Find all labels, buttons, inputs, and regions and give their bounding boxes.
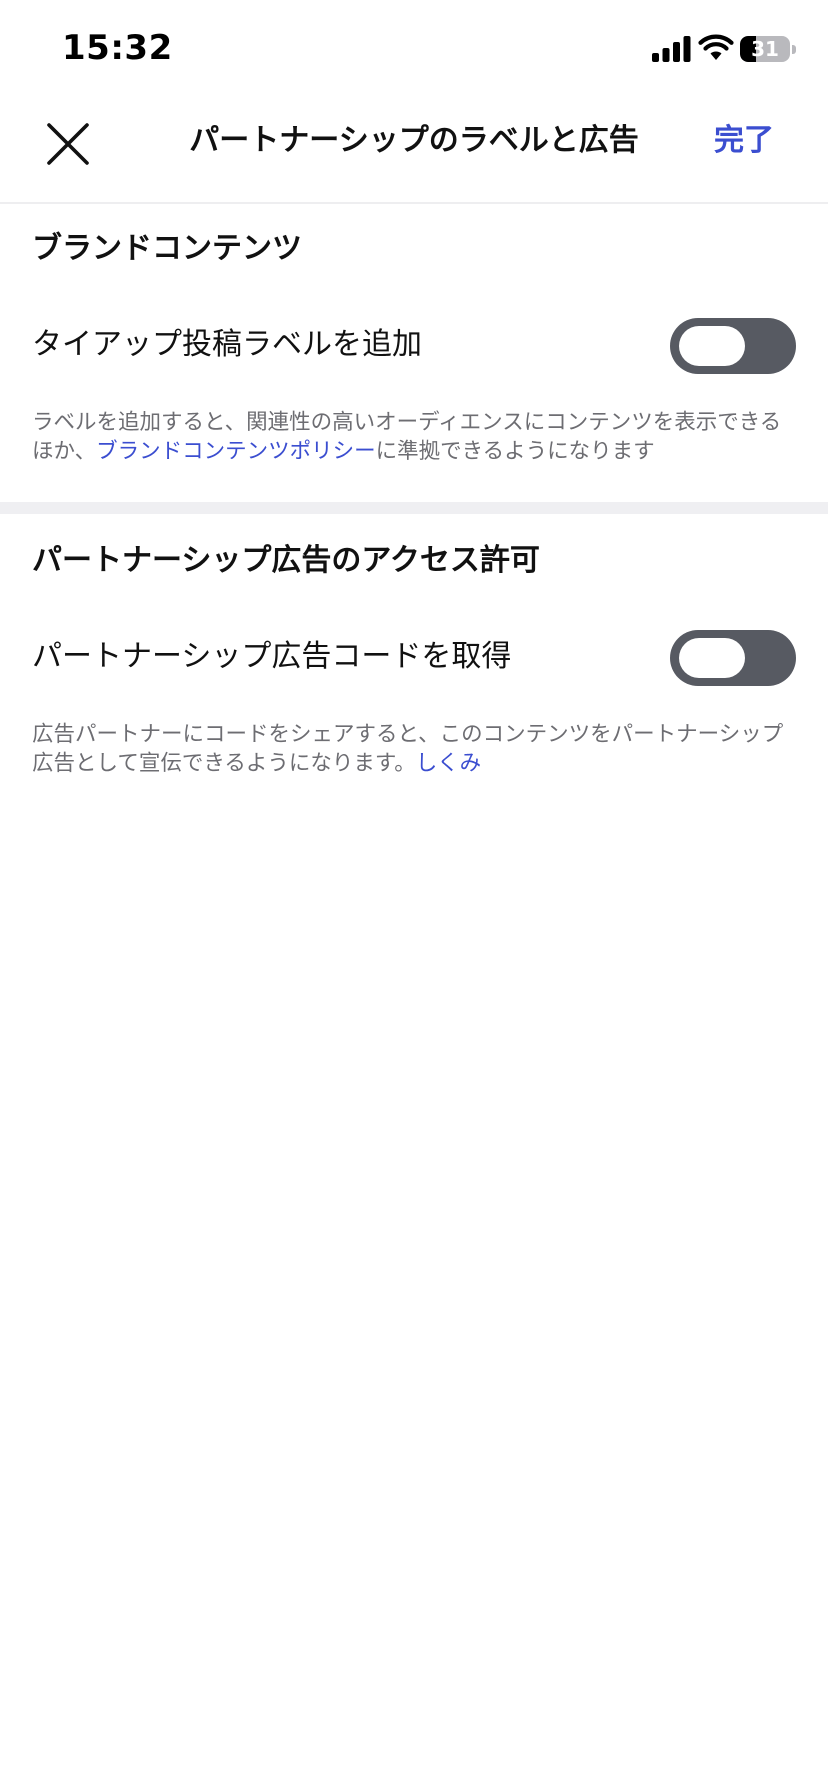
page-title: パートナーシップのラベルと広告 [189, 123, 639, 158]
toggle-knob [679, 638, 745, 678]
branded-content-description: ラベルを追加すると、関連性の高いオーディエンスにコンテンツを表示できるほか、ブラ… [32, 408, 792, 466]
signal-icon [652, 36, 691, 62]
close-icon [47, 123, 89, 165]
close-button[interactable] [40, 116, 96, 172]
description-text: 広告パートナーにコードをシェアすると、このコンテンツをパートナーシップ広告として… [32, 722, 784, 776]
partnership-ads-description: 広告パートナーにコードをシェアすると、このコンテンツをパートナーシップ広告として… [32, 720, 792, 778]
paid-partnership-label-toggle[interactable] [670, 318, 796, 374]
partnership-ad-code-toggle[interactable] [670, 630, 796, 686]
section-divider [0, 502, 828, 514]
nav-header: パートナーシップのラベルと広告 完了 [0, 100, 828, 204]
done-button[interactable]: 完了 [714, 120, 774, 162]
battery-icon: 31 [740, 36, 790, 62]
partnership-ads-section: パートナーシップ広告のアクセス許可 パートナーシップ広告コードを取得 広告パート… [0, 514, 828, 794]
description-text-end: に準拠できるようになります [375, 439, 655, 464]
section-heading-branded-content: ブランドコンテンツ [32, 231, 302, 266]
branded-content-section: ブランドコンテンツ タイアップ投稿ラベルを追加 ラベルを追加すると、関連性の高い… [0, 204, 828, 502]
toggle-knob [679, 326, 745, 366]
wifi-icon [698, 34, 734, 60]
status-bar: 15:32 31 [0, 0, 828, 100]
partnership-ad-code-setting: パートナーシップ広告コードを取得 [32, 639, 512, 674]
battery-level: 31 [751, 37, 779, 61]
paid-partnership-label-setting: タイアップ投稿ラベルを追加 [32, 327, 422, 362]
battery-cap [792, 45, 796, 54]
status-time: 15:32 [62, 28, 173, 68]
how-it-works-link[interactable]: しくみ [416, 751, 481, 776]
section-heading-partnership-ads: パートナーシップ広告のアクセス許可 [32, 543, 540, 578]
branded-content-policy-link[interactable]: ブランドコンテンツポリシー [96, 439, 376, 464]
